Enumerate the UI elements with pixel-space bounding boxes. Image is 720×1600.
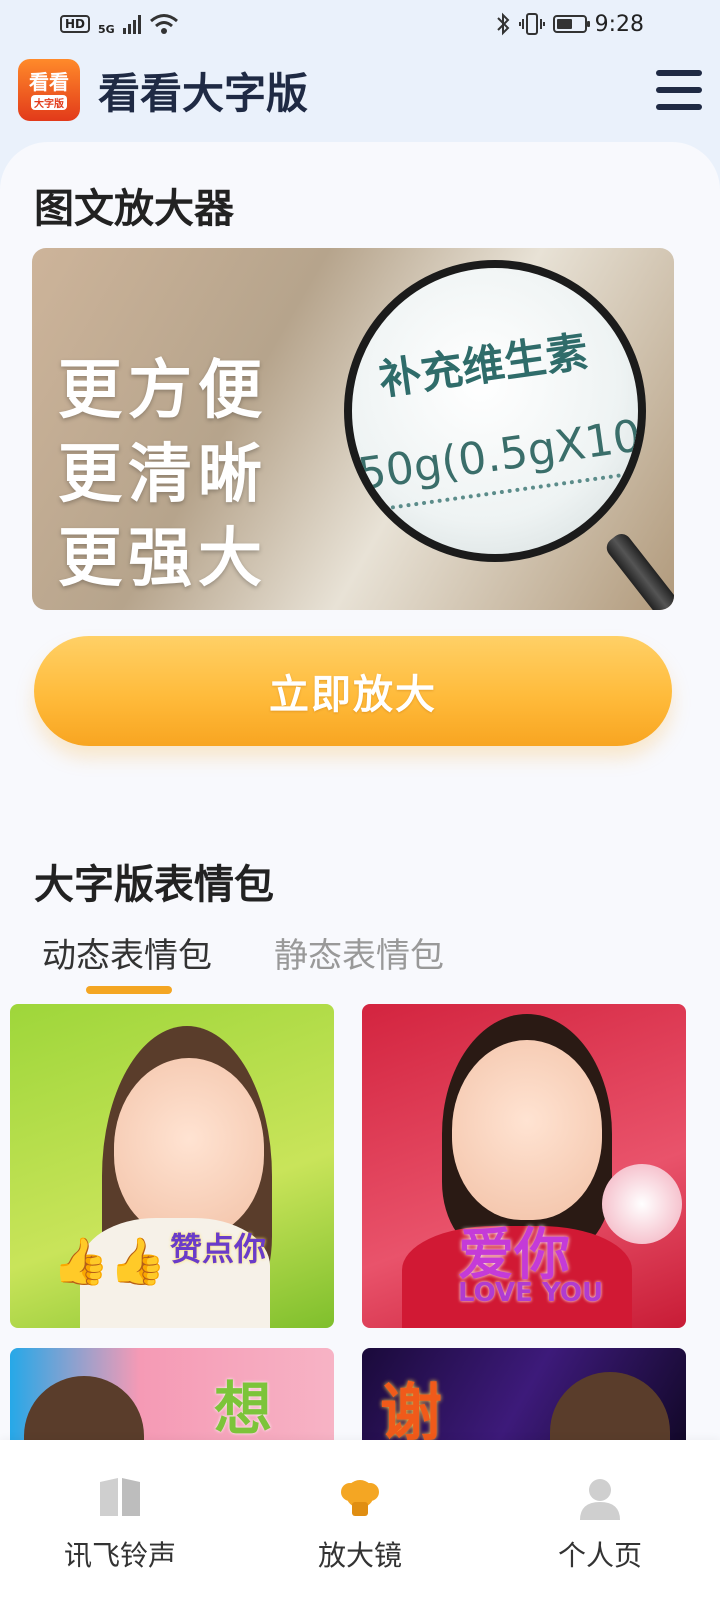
app-title: 看看大字版 [98,68,309,118]
app-header: 看看 大字版 看看大字版 [0,50,720,130]
hd-badge: HD [60,15,91,33]
person-icon [580,1479,620,1520]
nav-item-magnifier[interactable]: 放大镜 [260,1476,460,1574]
sticker-item[interactable]: 爱你 LOVE YOU [362,1004,686,1328]
nav-item-ringtone[interactable]: 讯飞铃声 [20,1476,220,1574]
banner-line: 更强大 [58,522,268,596]
sticker-item[interactable]: 想 [10,1348,334,1444]
banner-text: 更方便 更清晰 更强大 [58,352,268,598]
signal-icon [122,14,141,34]
vibrate-icon [518,13,545,35]
hamburger-icon[interactable] [656,70,702,110]
zoom-now-button[interactable]: 立即放大 [34,636,672,746]
banner-line: 更清晰 [58,438,268,512]
nav-item-profile[interactable]: 个人页 [500,1476,700,1574]
lens-text: 50g(0.5gX100粒 [354,400,646,501]
banner-line: 更方便 [58,354,268,428]
nav-label: 讯飞铃声 [63,1539,176,1572]
sticker-subcaption: LOVE YOU [458,1278,604,1308]
nav-label: 个人页 [557,1539,642,1572]
status-bar: HD 5G 9:28 [0,0,720,48]
stickers-section-title: 大字版表情包 [34,862,274,908]
sticker-caption: 赞点你 [170,1230,267,1268]
magnifier-section-title: 图文放大器 [34,186,234,232]
magnifier-icon [341,1480,379,1516]
bottom-nav: 讯飞铃声 放大镜 个人页 [0,1440,720,1600]
active-tab-indicator [86,986,172,994]
network-label: 5G [98,22,115,36]
main-content: 图文放大器 更方便 更清晰 更强大 补充维生素 50g(0.5gX100粒 立即… [0,142,720,1462]
wifi-icon [149,14,178,34]
lens-text: 补充维生素 [376,326,591,405]
battery-icon [552,15,590,33]
tab-static-stickers[interactable]: 静态表情包 [274,928,444,977]
tab-animated-stickers[interactable]: 动态表情包 [42,928,212,977]
magnifier-banner[interactable]: 更方便 更清晰 更强大 补充维生素 50g(0.5gX100粒 [32,248,674,610]
nav-label: 放大镜 [317,1539,402,1572]
thumbs-up-icon: 👍👍 [52,1234,167,1288]
magnifier-lens: 补充维生素 50g(0.5gX100粒 [344,260,646,562]
magnifier-handle [602,529,674,610]
clock: 9:28 [594,11,644,37]
book-icon [100,1478,140,1516]
sticker-caption: 谢 [380,1376,443,1444]
app-logo: 看看 大字版 [18,59,80,121]
sticker-item[interactable]: 👍👍 赞点你 [10,1004,334,1328]
sticker-item[interactable]: 谢 [362,1348,686,1444]
sticker-tabs: 动态表情包 静态表情包 [42,928,444,977]
bluetooth-icon [496,12,510,36]
sticker-caption: 想 [214,1375,273,1443]
